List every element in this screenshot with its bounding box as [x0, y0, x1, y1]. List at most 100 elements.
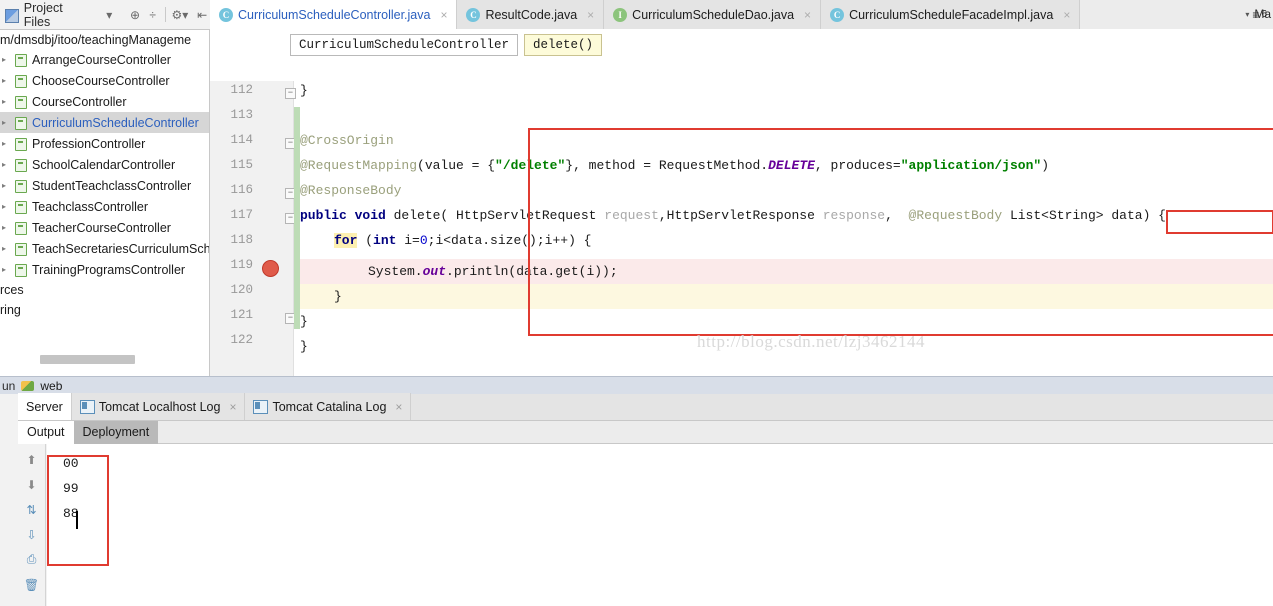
close-icon[interactable]: ×: [438, 8, 449, 22]
close-icon[interactable]: ×: [802, 8, 813, 22]
tree-item-arrangecoursecontroller[interactable]: ▸ ArrangeCourseController: [0, 49, 209, 70]
editor-tab-resultcode[interactable]: C ResultCode.java ×: [457, 0, 605, 29]
editor-tab-curriculumschedulecontroller[interactable]: C CurriculumScheduleController.java ×: [210, 0, 458, 29]
code-line-118: for (int i=0;i<data.size();i++) {: [334, 233, 592, 248]
line-number: 113: [230, 108, 253, 122]
close-icon[interactable]: ×: [395, 400, 402, 414]
chevron-right-icon[interactable]: ▸: [2, 97, 13, 106]
tree-item-ring[interactable]: ring: [0, 300, 209, 320]
chevron-right-icon[interactable]: ▸: [2, 118, 13, 127]
chevron-down-icon[interactable]: ▾: [1245, 10, 1249, 19]
line-number: 120: [230, 283, 253, 297]
export-icon[interactable]: ⇩: [23, 526, 41, 543]
tree-item-label: ProfessionController: [32, 136, 146, 151]
editor-tab-strip: C CurriculumScheduleController.java × C …: [210, 0, 1273, 29]
tomcat-icon: [20, 379, 36, 393]
line-number: 114: [230, 133, 253, 147]
tree-item-label: ChooseCourseController: [32, 73, 170, 88]
code-line-122: }: [300, 339, 308, 354]
tree-item-label: SchoolCalendarController: [32, 157, 176, 172]
breakpoint-icon[interactable]: [262, 260, 279, 277]
run-status-bar: un web: [0, 376, 1273, 394]
close-icon[interactable]: ×: [229, 400, 236, 414]
gear-icon[interactable]: ⚙▾: [171, 5, 188, 25]
soft-wrap-icon[interactable]: ⇅: [23, 501, 41, 518]
console-output-line: 00: [63, 456, 79, 471]
class-icon: C: [219, 7, 233, 22]
close-icon[interactable]: ×: [585, 8, 596, 22]
target-icon[interactable]: ⊕: [127, 5, 143, 25]
line-number: 117: [230, 208, 253, 222]
close-icon[interactable]: ×: [1061, 8, 1072, 22]
project-files-label: Project Files: [23, 0, 63, 29]
tree-item-label: StudentTeachclassController: [32, 178, 192, 193]
breadcrumb-class[interactable]: CurriculumScheduleController: [290, 34, 519, 56]
run-config-label[interactable]: web: [40, 379, 62, 393]
editor-tab-label: ResultCode.java: [485, 7, 578, 22]
tab-overflow-area[interactable]: ▾ ≡ 6: [1080, 0, 1273, 29]
breadcrumb: CurriculumScheduleController delete(): [210, 29, 1273, 61]
hide-panel-icon[interactable]: ⇤: [194, 5, 210, 25]
code-line-119: System.out.println(data.get(i));: [368, 264, 618, 279]
console-tab-tomcat-localhost-log[interactable]: Tomcat Localhost Log ×: [71, 393, 246, 420]
scroll-up-icon[interactable]: ⬆: [23, 451, 41, 468]
tree-horizontal-scrollbar[interactable]: [40, 355, 135, 364]
subtab-deployment[interactable]: Deployment: [73, 420, 159, 444]
editor-tab-label: CurriculumScheduleFacadeImpl.java: [849, 7, 1054, 22]
console-text-caret: [76, 511, 78, 529]
tree-item-teachclasscontroller[interactable]: ▸ TeachclassController: [0, 196, 209, 217]
fold-toggle-icon[interactable]: −: [285, 88, 296, 99]
console-tab-server[interactable]: Server: [18, 393, 72, 420]
tree-item-curriculumschedulecontroller[interactable]: ▸ CurriculumScheduleController: [0, 112, 209, 133]
tree-path-label: m/dmsdbj/itoo/teachingManageme: [0, 33, 192, 47]
console-tab-tomcat-catalina-log[interactable]: Tomcat Catalina Log ×: [245, 393, 412, 420]
top-bar: Project Files ▾ ⊕ ÷ ⚙▾ ⇤ C CurriculumSch…: [0, 0, 1273, 30]
scroll-down-icon[interactable]: ⬇: [23, 476, 41, 493]
toolbar-divider: [164, 7, 166, 22]
tree-item-label: TrainingProgramsController: [32, 262, 186, 277]
console-output-area[interactable]: 00 99 88: [47, 444, 1273, 606]
chevron-right-icon[interactable]: ▸: [2, 139, 13, 148]
chevron-right-icon[interactable]: ▸: [2, 223, 13, 232]
chevron-right-icon[interactable]: ▸: [2, 76, 13, 85]
project-files-icon: [4, 7, 19, 23]
tree-item-label: CurriculumScheduleController: [32, 115, 199, 130]
run-label: un: [2, 378, 16, 393]
tree-item-choosecoursecontroller[interactable]: ▸ ChooseCourseController: [0, 70, 209, 91]
tree-item-resources[interactable]: rces: [0, 280, 209, 300]
tree-item-schoolcalendarcontroller[interactable]: ▸ SchoolCalendarController: [0, 154, 209, 175]
tree-item-teachsecretariescurriculumsche[interactable]: ▸ TeachSecretariesCurriculumSche: [0, 238, 209, 259]
class-icon: [14, 137, 27, 151]
chevron-down-icon[interactable]: ▾: [101, 5, 117, 25]
subtab-output[interactable]: Output: [18, 420, 74, 444]
print-icon[interactable]: ⎙: [23, 551, 41, 568]
editor-gutter[interactable]: 112 113 114 115 116 117 118 119 120 121 …: [210, 81, 296, 378]
console-tab-label: Tomcat Localhost Log: [98, 399, 221, 414]
maven-tool-label[interactable]: Ma: [1254, 7, 1271, 21]
chevron-right-icon[interactable]: ▸: [2, 202, 13, 211]
code-line-112: }: [300, 83, 308, 98]
editor-tab-curriculumschedulefacadeimpl[interactable]: C CurriculumScheduleFacadeImpl.java ×: [821, 0, 1081, 29]
code-line-116: @ResponseBody: [300, 183, 402, 198]
class-icon: C: [830, 7, 845, 22]
class-icon: [14, 74, 27, 88]
breadcrumb-method[interactable]: delete(): [524, 34, 603, 56]
console-output-line: 99: [63, 481, 79, 496]
tree-item-teachercoursecontroller[interactable]: ▸ TeacherCourseController: [0, 217, 209, 238]
tree-item-professioncontroller[interactable]: ▸ ProfessionController: [0, 133, 209, 154]
class-icon: [14, 95, 27, 109]
project-tree-panel[interactable]: m/dmsdbj/itoo/teachingManageme ▸ Arrange…: [0, 30, 210, 378]
collapse-all-icon[interactable]: ÷: [145, 5, 161, 25]
chevron-right-icon[interactable]: ▸: [2, 265, 13, 274]
log-icon: [79, 400, 95, 414]
line-number: 118: [230, 233, 253, 247]
tree-item-trainingprogramscontroller[interactable]: ▸ TrainingProgramsController: [0, 259, 209, 280]
chevron-right-icon[interactable]: ▸: [2, 244, 13, 253]
clear-all-icon[interactable]: 🗑: [23, 576, 41, 593]
tree-item-studentteachclasscontroller[interactable]: ▸ StudentTeachclassController: [0, 175, 209, 196]
tree-item-coursecontroller[interactable]: ▸ CourseController: [0, 91, 209, 112]
chevron-right-icon[interactable]: ▸: [2, 181, 13, 190]
chevron-right-icon[interactable]: ▸: [2, 55, 13, 64]
chevron-right-icon[interactable]: ▸: [2, 160, 13, 169]
editor-tab-curriculumscheduledao[interactable]: I CurriculumScheduleDao.java ×: [604, 0, 822, 29]
